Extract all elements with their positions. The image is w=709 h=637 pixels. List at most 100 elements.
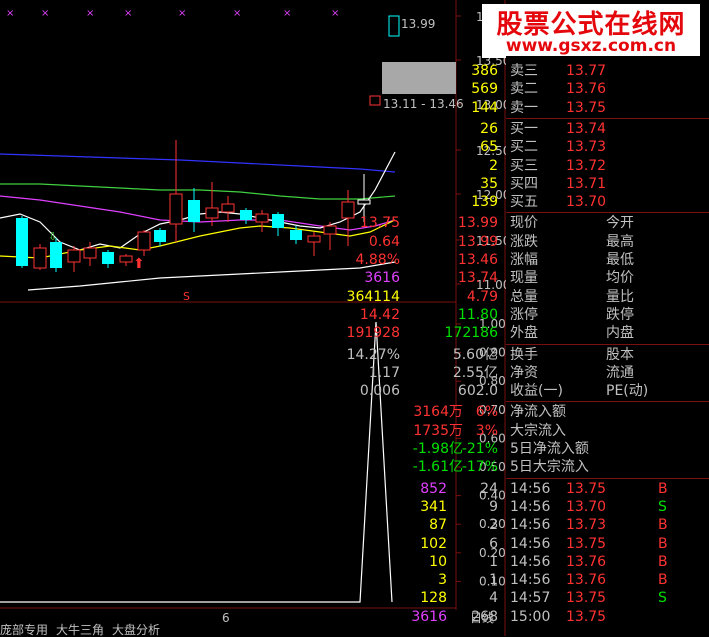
marker-x: × <box>124 8 132 19</box>
bid-price: 13.70 <box>566 194 607 211</box>
stat-label: 外盘 <box>510 325 538 342</box>
candle-body <box>188 200 200 222</box>
tick-time: 14:56 <box>510 553 551 570</box>
bid-label: 买一 <box>510 120 538 137</box>
bid-price: 13.73 <box>566 139 607 156</box>
stat-value: 14.42 <box>359 306 400 323</box>
tick-price: 13.75 <box>566 480 607 497</box>
tick-volume: 3 <box>438 572 447 589</box>
watermark-url: www.gsxz.com.cn <box>505 36 677 56</box>
stat-label: 涨停 <box>510 306 538 323</box>
tick-price: 13.76 <box>566 572 607 589</box>
stat-label: 今开 <box>606 215 634 232</box>
range-marker <box>369 95 381 106</box>
stat-label: 涨跌 <box>510 233 538 250</box>
candle-body <box>240 210 252 220</box>
stat-label: 跌停 <box>606 306 634 323</box>
stat-value: 13.74 <box>457 270 498 287</box>
marker-x: × <box>283 8 291 19</box>
fund-value: 0.006 <box>359 383 400 400</box>
ma-line-green <box>0 183 396 200</box>
tick-volume: 341 <box>420 498 447 515</box>
stat-label: 均价 <box>606 270 634 287</box>
candle-body <box>272 214 284 228</box>
bid-volume: 139 <box>471 194 498 211</box>
flow-label: 大宗流入 <box>510 422 566 439</box>
candle-body <box>16 218 28 266</box>
candle-body <box>102 252 114 264</box>
tab-formula-3[interactable]: 大盘分析 <box>112 624 160 636</box>
ma-line-lower <box>27 261 396 291</box>
flow-pct: -17% <box>461 459 498 476</box>
tab-formula-2[interactable]: 大牛三角 <box>56 624 104 636</box>
panel-separator <box>506 117 709 119</box>
stat-value: 0.64 <box>368 233 400 250</box>
tick-side: S <box>658 498 667 515</box>
tick-volume: 10 <box>429 553 447 570</box>
stat-value: 11.80 <box>457 306 498 323</box>
tick-side: B <box>658 535 668 552</box>
fund-label: 净资 <box>510 364 538 381</box>
tick-volume: 3616 <box>411 608 447 625</box>
stat-label: 涨幅 <box>510 252 538 268</box>
top-markers: × × × × × × × × <box>6 8 339 19</box>
tick-count: 2 <box>489 517 498 534</box>
arrow-up-icon: ⬆ <box>133 256 145 272</box>
flow-value: -1.61亿 <box>412 459 463 476</box>
bid-volume: 2 <box>489 157 498 174</box>
time-axis-label: 6 <box>222 611 230 625</box>
stat-value: 172186 <box>444 325 498 342</box>
ask-price: 13.77 <box>566 63 607 79</box>
ask-volume: 144 <box>471 99 498 116</box>
marker-s: S <box>183 290 190 303</box>
candle-body <box>83 247 97 259</box>
candle-body <box>50 242 62 268</box>
stat-value: 13.99 <box>457 233 498 250</box>
candle-body <box>154 230 166 242</box>
stat-value: 191928 <box>346 325 400 342</box>
ask-volume: 569 <box>471 81 498 98</box>
tick-price: 13.73 <box>566 517 607 534</box>
tab-formula-1[interactable]: 庞部专用 <box>0 624 48 636</box>
watermark: 股票公式在线网 www.gsxz.com.cn <box>482 4 700 58</box>
tick-time: 14:56 <box>510 498 551 515</box>
ask-price: 13.75 <box>566 99 607 116</box>
tick-side: B <box>658 553 668 570</box>
tick-price: 13.75 <box>566 590 607 607</box>
panel-separator <box>506 212 709 214</box>
fund-value: 602.0 <box>457 383 498 400</box>
stat-label: 内盘 <box>606 325 634 342</box>
tick-count: 1 <box>489 572 498 589</box>
candle-body <box>205 207 219 219</box>
fund-value: 14.27% <box>346 346 400 363</box>
ask-price: 13.76 <box>566 81 607 98</box>
candle-body <box>169 193 183 225</box>
tick-count: 9 <box>489 498 498 515</box>
candle-body <box>323 225 337 235</box>
bid-volume: 35 <box>480 175 498 192</box>
tick-time: 14:57 <box>510 590 551 607</box>
candle-body <box>137 231 151 251</box>
tick-count: 4 <box>489 590 498 607</box>
tick-time: 14:56 <box>510 535 551 552</box>
stat-value: 4.79 <box>466 288 498 305</box>
tick-count: 24 <box>480 480 498 497</box>
tick-time: 14:56 <box>510 517 551 534</box>
quote-panel: 卖三 13.77 386 卖二 13.76 569 卖一 13.75 144 买一 13.74 26 买… <box>347 56 709 636</box>
fund-value: 5.60亿 <box>452 346 498 363</box>
tick-price: 13.70 <box>566 498 607 515</box>
bid-price: 13.74 <box>566 120 607 137</box>
fund-label: 股本 <box>606 346 634 363</box>
fund-label: PE(动) <box>606 383 649 400</box>
period-label[interactable]: 日线 <box>458 610 506 626</box>
ask-label: 卖一 <box>510 99 538 116</box>
formula-tabs: 庞部专用 大牛三角 大盘分析 <box>0 624 460 636</box>
bid-label: 买四 <box>510 175 538 192</box>
candle-body <box>33 247 47 269</box>
fund-label: 换手 <box>510 346 538 363</box>
tick-side: B <box>658 480 668 497</box>
marker-x: × <box>233 8 241 19</box>
bid-volume: 26 <box>480 120 498 137</box>
stat-label: 最低 <box>606 252 634 268</box>
tick-count: 1 <box>489 553 498 570</box>
